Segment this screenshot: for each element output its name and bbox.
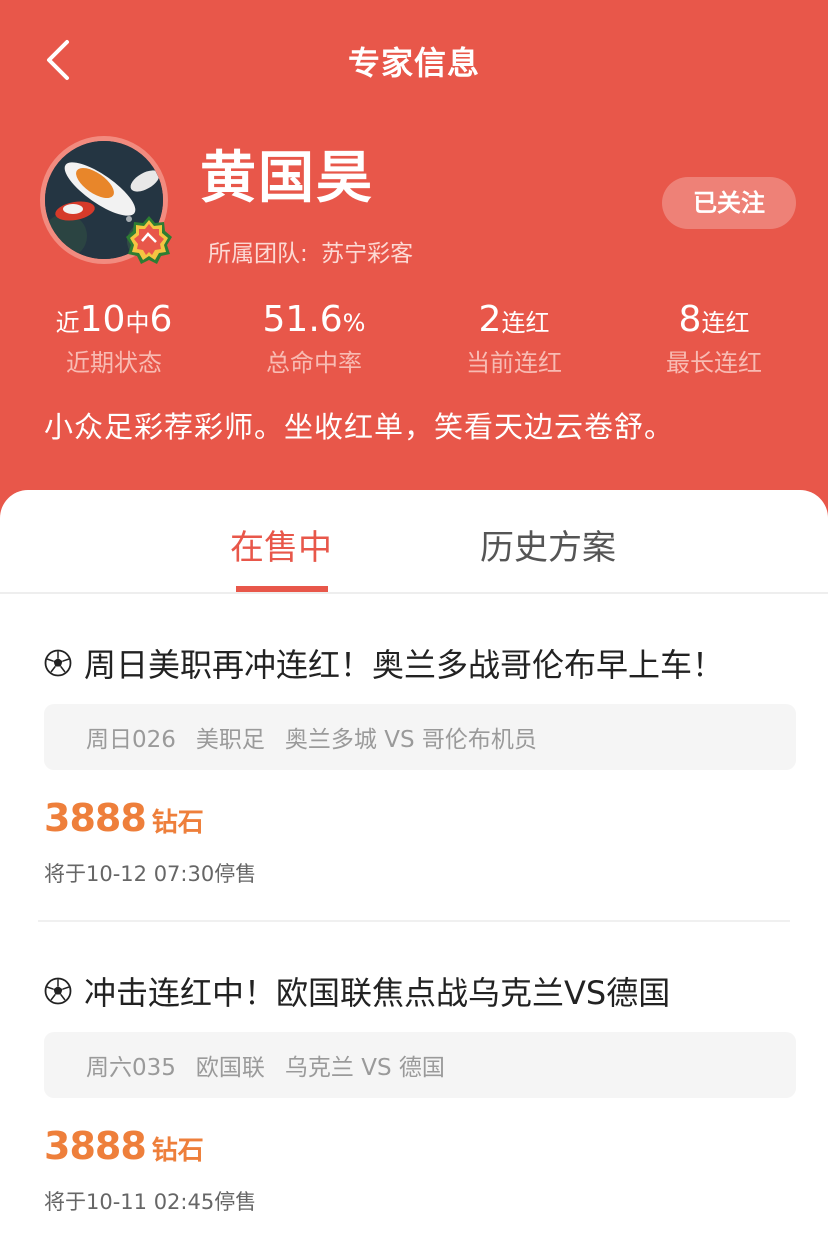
- expert-intro: 小众足彩荐彩师。坐收红单，笑看天边云卷舒。: [44, 410, 675, 444]
- stat-recent-label: 近期状态: [66, 349, 162, 378]
- expert-name: 黄国昊: [200, 146, 374, 211]
- stats-row: 近10中6 近期状态 51.6% 总命中率 2连红 当前连红 8连红 最长连红: [14, 298, 814, 378]
- match-league: 美职足: [195, 727, 265, 753]
- tab-active-indicator: [236, 586, 328, 592]
- stop-time: 将于10-11 02:45停售: [44, 1190, 257, 1214]
- stop-time: 将于10-12 07:30停售: [44, 862, 257, 886]
- stat-hit-rate-unit: %: [342, 309, 366, 337]
- price-value: 3888: [44, 796, 147, 840]
- match-info[interactable]: 周六035 欧国联 乌克兰 VS 德国: [44, 1032, 796, 1098]
- stat-hit-rate-value: 51.6: [262, 299, 343, 340]
- stat-recent-num2: 6: [149, 299, 173, 340]
- tab-on-sale[interactable]: 在售中: [230, 520, 332, 569]
- match-info[interactable]: 周日026 美职足 奥兰多城 VS 哥伦布机员: [44, 704, 796, 770]
- stat-longest-streak-label: 最长连红: [666, 349, 762, 378]
- price-unit: 钻石: [151, 808, 204, 838]
- stat-current-streak-unit: 连红: [501, 309, 550, 337]
- stat-longest-streak-value: 8: [678, 299, 702, 340]
- soccer-ball-icon: [44, 977, 72, 1005]
- stat-longest-streak-unit: 连红: [701, 309, 750, 337]
- expert-header: 专家信息 黄国昊 所属团队: 苏宁彩客 已关注 近10中6 近期状态 51.6%…: [0, 0, 828, 540]
- verified-badge-icon: [126, 216, 172, 264]
- team-name: 苏宁彩客: [321, 241, 414, 267]
- plan-price: 3888 钻石: [44, 1124, 796, 1168]
- team-label: 所属团队:: [208, 241, 308, 267]
- match-code: 周六035: [86, 1055, 176, 1081]
- team-info: 所属团队: 苏宁彩客: [208, 234, 413, 268]
- price-value: 3888: [44, 1124, 147, 1168]
- follow-button[interactable]: 已关注: [662, 177, 796, 229]
- plan-card[interactable]: 周日美职再冲连红！奥兰多战哥伦布早上车！ 周日026 美职足 奥兰多城 VS 哥…: [44, 640, 796, 888]
- match-teams: 奥兰多城 VS 哥伦布机员: [284, 727, 537, 753]
- stat-recent-num1: 10: [79, 299, 126, 340]
- page-title: 专家信息: [347, 44, 480, 82]
- stat-current-streak-label: 当前连红: [466, 349, 562, 378]
- stat-recent: 近10中6 近期状态: [14, 298, 214, 378]
- stat-hit-rate: 51.6% 总命中率: [214, 298, 414, 378]
- stat-longest-streak: 8连红 最长连红: [614, 298, 814, 378]
- card-divider: [38, 920, 790, 922]
- stat-current-streak-value: 2: [478, 299, 502, 340]
- content-panel: 在售中 历史方案 周日美职再冲连红！奥兰多战哥伦布早上车！ 周日026 美职足 …: [0, 490, 828, 1245]
- match-code: 周日026: [86, 727, 176, 753]
- stat-recent-pre: 近: [55, 309, 80, 337]
- plan-title: 周日美职再冲连红！奥兰多战哥伦布早上车！: [84, 646, 725, 684]
- stat-current-streak: 2连红 当前连红: [414, 298, 614, 378]
- plan-title: 冲击连红中！欧国联焦点战乌克兰VS德国: [84, 974, 671, 1012]
- plan-price: 3888 钻石: [44, 796, 796, 840]
- price-unit: 钻石: [151, 1136, 204, 1166]
- tab-bar: 在售中 历史方案: [0, 490, 828, 594]
- tab-history[interactable]: 历史方案: [480, 520, 616, 569]
- soccer-ball-icon: [44, 649, 72, 677]
- plan-card[interactable]: 冲击连红中！欧国联焦点战乌克兰VS德国 周六035 欧国联 乌克兰 VS 德国 …: [44, 968, 796, 1216]
- stat-hit-rate-label: 总命中率: [266, 349, 362, 378]
- match-teams: 乌克兰 VS 德国: [284, 1055, 445, 1081]
- stat-recent-mid: 中: [125, 309, 150, 337]
- match-league: 欧国联: [195, 1055, 265, 1081]
